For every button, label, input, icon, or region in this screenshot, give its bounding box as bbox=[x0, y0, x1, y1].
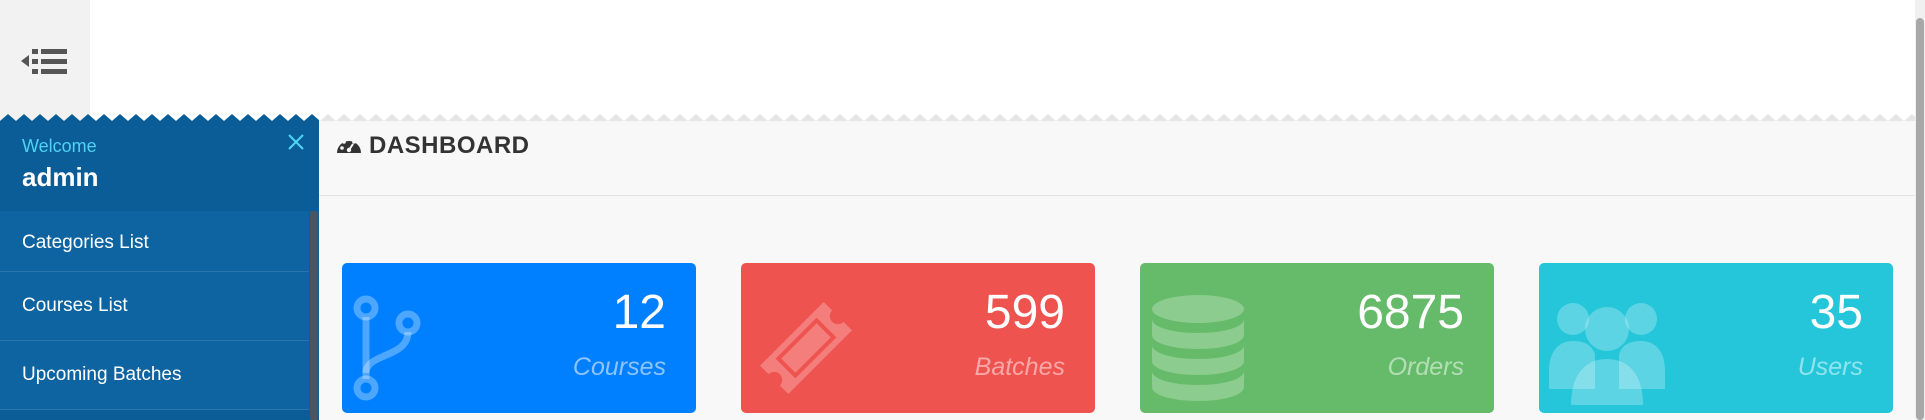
page-header: DASHBOARD bbox=[319, 121, 1915, 196]
sidebar-item-upcoming-batches[interactable]: Upcoming Batches bbox=[0, 341, 309, 410]
sidebar: Welcome admin Categories List Courses Li… bbox=[0, 121, 319, 420]
sidebar-toggle-button[interactable] bbox=[0, 0, 90, 121]
top-bar bbox=[0, 0, 1925, 121]
username: admin bbox=[22, 162, 99, 192]
sidebar-menu: Categories List Courses List Upcoming Ba… bbox=[0, 211, 309, 410]
users-card[interactable]: 35 Users bbox=[1539, 263, 1893, 413]
batches-card[interactable]: 599 Batches bbox=[741, 263, 1095, 413]
menu-collapse-icon bbox=[21, 48, 67, 74]
batches-count: 599 bbox=[984, 286, 1065, 339]
sidebar-scrollbar-thumb[interactable] bbox=[310, 211, 318, 420]
sidebar-scrollbar[interactable] bbox=[309, 211, 319, 420]
page-scrollbar-thumb[interactable] bbox=[1916, 18, 1924, 420]
sidebar-item-courses-list[interactable]: Courses List bbox=[0, 272, 309, 341]
dashboard-gauge-icon bbox=[337, 137, 361, 153]
ticket-icon bbox=[760, 302, 852, 394]
orders-count: 6875 bbox=[1357, 286, 1464, 339]
courses-count: 12 bbox=[612, 286, 666, 339]
batches-label: Batches bbox=[974, 353, 1065, 381]
main-content: DASHBOARD 12 Courses 599 Batches 6875 Or… bbox=[319, 121, 1915, 420]
page-scrollbar[interactable] bbox=[1915, 0, 1925, 420]
courses-label: Courses bbox=[572, 353, 666, 381]
orders-label: Orders bbox=[1387, 353, 1464, 381]
page-title: DASHBOARD bbox=[369, 132, 530, 159]
users-label: Users bbox=[1797, 353, 1863, 381]
database-icon bbox=[1152, 295, 1244, 401]
code-branch-icon bbox=[353, 295, 421, 401]
welcome-label: Welcome bbox=[22, 136, 97, 156]
orders-card[interactable]: 6875 Orders bbox=[1140, 263, 1494, 413]
users-count: 35 bbox=[1809, 286, 1863, 339]
welcome-panel: Welcome admin bbox=[0, 121, 319, 211]
users-group-icon bbox=[1549, 303, 1665, 405]
close-icon[interactable] bbox=[285, 131, 307, 153]
sidebar-item-categories-list[interactable]: Categories List bbox=[0, 211, 309, 272]
courses-card[interactable]: 12 Courses bbox=[342, 263, 696, 413]
